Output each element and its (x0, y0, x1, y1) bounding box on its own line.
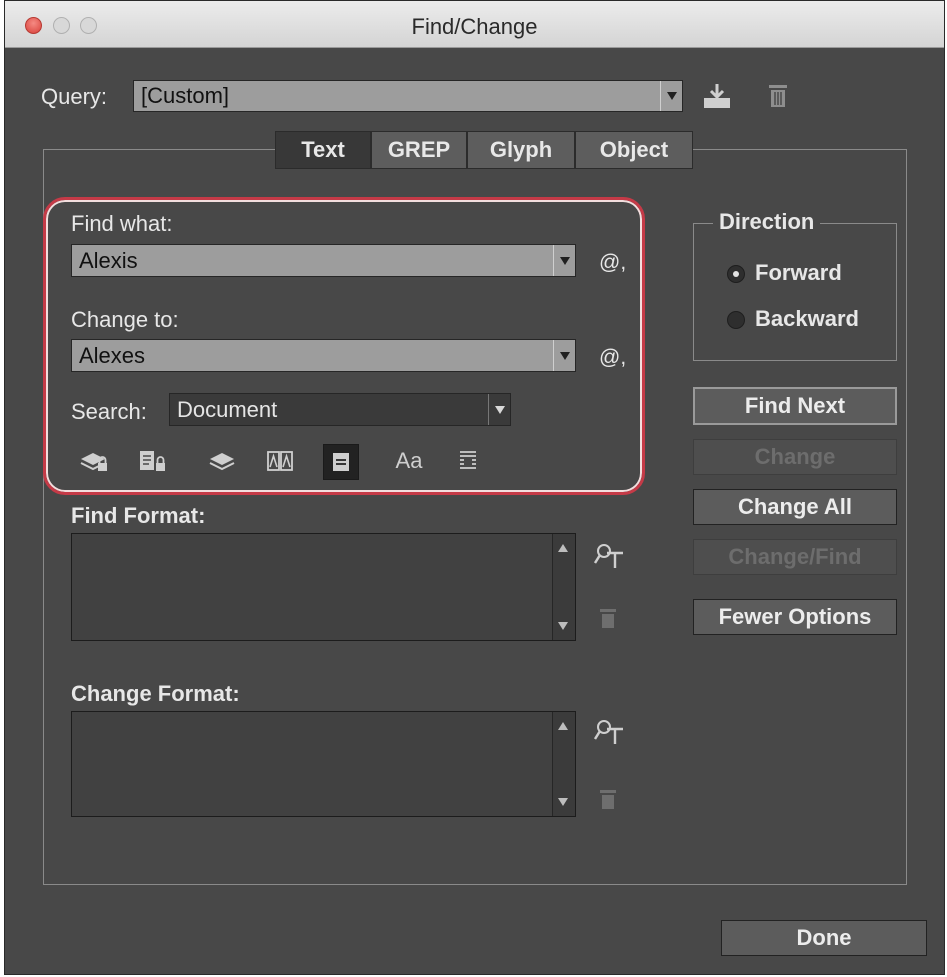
change-format-label: Change Format: (71, 681, 240, 706)
find-change-dialog: Find/Change Query: [Custom] Text GREP Gl… (4, 0, 945, 975)
change-to-value: Alexes (79, 343, 146, 368)
change-to-label: Change to: (71, 307, 179, 332)
locked-layers-icon[interactable] (77, 444, 111, 478)
special-characters-find-icon[interactable]: @, (599, 251, 626, 275)
change-all-button[interactable]: Change All (693, 489, 897, 525)
change-format-box[interactable] (71, 711, 576, 817)
special-characters-change-icon[interactable]: @, (599, 346, 626, 370)
backward-label[interactable]: Backward (755, 306, 859, 332)
master-pages-icon[interactable] (263, 444, 297, 478)
find-what-value: Alexis (79, 248, 138, 273)
fewer-options-button[interactable]: Fewer Options (693, 599, 897, 635)
specify-change-format-icon[interactable] (593, 717, 627, 753)
specify-find-format-icon[interactable] (593, 541, 627, 577)
clear-find-format-icon[interactable] (598, 606, 618, 636)
save-query-icon[interactable] (700, 80, 734, 112)
whole-word-icon[interactable] (451, 444, 485, 478)
find-format-box[interactable] (71, 533, 576, 641)
done-button[interactable]: Done (721, 920, 927, 956)
chevron-down-icon (553, 340, 575, 371)
locked-stories-icon[interactable] (135, 444, 169, 478)
search-scope-select[interactable]: Document (169, 393, 511, 426)
tab-bar: Text GREP Glyph Object (275, 131, 693, 169)
query-label: Query: (41, 84, 108, 109)
forward-label[interactable]: Forward (755, 260, 842, 286)
tab-glyph[interactable]: Glyph (467, 131, 575, 169)
window-title: Find/Change (411, 14, 538, 39)
direction-label: Direction (713, 209, 821, 235)
direction-group (693, 223, 897, 361)
search-scope-value: Document (177, 397, 278, 422)
change-format-scrollbar[interactable] (552, 712, 575, 816)
tab-text[interactable]: Text (275, 131, 371, 169)
search-label: Search: (71, 399, 147, 424)
backward-radio[interactable] (727, 311, 745, 329)
tab-grep[interactable]: GREP (371, 131, 467, 169)
clear-change-format-icon[interactable] (598, 787, 618, 817)
delete-query-icon[interactable] (765, 81, 791, 111)
find-format-scrollbar[interactable] (552, 534, 575, 640)
forward-radio[interactable] (727, 265, 745, 283)
title-bar: Find/Change (5, 1, 944, 48)
query-value: [Custom] (141, 83, 230, 108)
find-format-label: Find Format: (71, 503, 206, 528)
chevron-down-icon (553, 245, 575, 276)
find-what-label: Find what: (71, 211, 173, 236)
change-button[interactable]: Change (693, 439, 897, 475)
tab-object[interactable]: Object (575, 131, 693, 169)
find-what-input[interactable]: Alexis (71, 244, 576, 277)
change-find-button[interactable]: Change/Find (693, 539, 897, 575)
change-to-input[interactable]: Alexes (71, 339, 576, 372)
query-select[interactable]: [Custom] (133, 80, 683, 112)
chevron-down-icon (488, 394, 510, 425)
find-next-button[interactable]: Find Next (693, 387, 897, 425)
hidden-layers-icon[interactable] (205, 444, 239, 478)
case-sensitive-icon[interactable]: Aa (389, 444, 429, 478)
footnotes-icon[interactable] (323, 444, 359, 480)
chevron-down-icon (660, 81, 682, 111)
